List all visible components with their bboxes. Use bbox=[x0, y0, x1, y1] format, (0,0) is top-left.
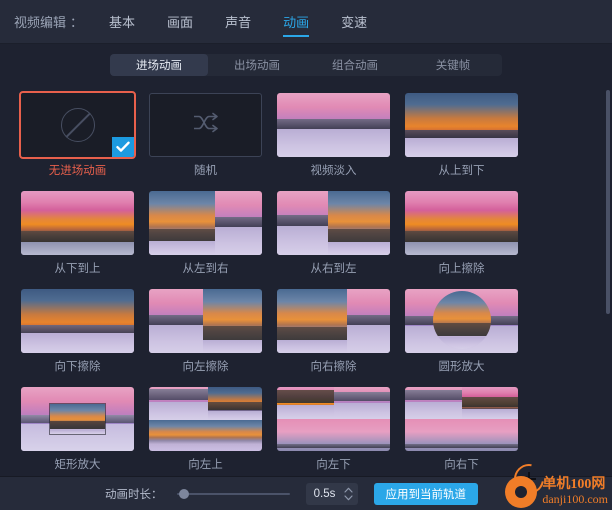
animation-card-label: 圆形放大 bbox=[438, 361, 485, 373]
animation-card-label: 向左下 bbox=[316, 459, 351, 471]
subtab-exit-animation[interactable]: 出场动画 bbox=[208, 54, 306, 76]
animation-card-top-to-bottom[interactable]: 从上到下 bbox=[405, 93, 518, 178]
animation-card-to-lower-right[interactable]: 向右下 bbox=[405, 387, 518, 472]
watermark-line1: 单机100网 bbox=[542, 477, 606, 493]
animation-card-to-lower-left[interactable]: 向左下 bbox=[277, 387, 390, 472]
animation-card-wipe-down[interactable]: 向下擦除 bbox=[21, 289, 134, 374]
animation-thumbnail bbox=[277, 289, 390, 353]
apply-to-current-track-button[interactable]: 应用到当前轨道 bbox=[373, 482, 478, 505]
animation-card-label: 从上到下 bbox=[438, 165, 485, 177]
animation-card-label: 从右到左 bbox=[310, 263, 357, 275]
no-animation-icon bbox=[60, 108, 95, 142]
slider-track bbox=[176, 492, 290, 495]
watermark: 单机100网 danji100.com bbox=[505, 476, 608, 508]
subtab-entrance-animation[interactable]: 进场动画 bbox=[110, 54, 208, 76]
subtab-combo-animation[interactable]: 组合动画 bbox=[306, 54, 404, 76]
duration-label: 动画时长： bbox=[105, 488, 163, 501]
animation-thumbnail bbox=[149, 93, 262, 157]
animation-card-left-to-right[interactable]: 从左到右 bbox=[149, 191, 262, 276]
animation-thumbnail bbox=[149, 387, 262, 451]
duration-slider[interactable] bbox=[176, 488, 290, 500]
animation-card-label: 无进场动画 bbox=[48, 165, 107, 177]
animation-card-label: 随机 bbox=[194, 165, 217, 177]
animation-card-label: 从下到上 bbox=[54, 263, 101, 275]
subtab-keyframe[interactable]: 关键帧 bbox=[404, 54, 502, 76]
duration-stepper[interactable]: 0.5s bbox=[305, 482, 358, 505]
animation-thumbnail bbox=[405, 93, 518, 157]
animation-thumbnail bbox=[405, 191, 518, 255]
animation-card-wipe-right[interactable]: 向右擦除 bbox=[277, 289, 390, 374]
tab-animation[interactable]: 动画 bbox=[267, 16, 325, 43]
chevron-down-icon bbox=[343, 494, 353, 500]
top-tab-bar: 视频编辑 ： 基本 画面 声音 动画 变速 bbox=[0, 0, 612, 44]
chevron-up-icon bbox=[343, 487, 353, 493]
animation-card-right-to-left[interactable]: 从右到左 bbox=[277, 191, 390, 276]
animation-card-wipe-up[interactable]: 向上擦除 bbox=[405, 191, 518, 276]
vertical-scrollbar[interactable] bbox=[606, 90, 610, 314]
animation-thumbnail bbox=[21, 289, 134, 353]
animation-card-rect-zoom[interactable]: 矩形放大 bbox=[21, 387, 134, 472]
animation-panel: 视频编辑 ： 基本 画面 声音 动画 变速 进场动画 出场动画 组合动画 关键帧 bbox=[0, 0, 612, 510]
animation-thumbnail bbox=[149, 289, 262, 353]
bottom-toolbar: 动画时长： 0.5s 应用到当前轨道 单机100网 danji100.com bbox=[0, 458, 612, 510]
animation-card-label: 视频淡入 bbox=[310, 165, 357, 177]
animation-thumbnail bbox=[405, 289, 518, 353]
animation-card-fade-in[interactable]: 视频淡入 bbox=[277, 93, 390, 178]
animation-thumbnail bbox=[277, 191, 390, 255]
animation-card-wipe-left[interactable]: 向左擦除 bbox=[149, 289, 262, 374]
animation-thumbnail bbox=[277, 387, 390, 451]
animation-card-bottom-to-top[interactable]: 从下到上 bbox=[21, 191, 134, 276]
panel-title: 视频编辑 bbox=[14, 15, 67, 30]
animation-card-label: 向上擦除 bbox=[438, 263, 485, 275]
watermark-line2: danji100.com bbox=[542, 492, 608, 507]
animation-thumbnail bbox=[277, 93, 390, 157]
animation-grid: 无进场动画 随机 视频淡入 从上到下 从下到上 从左到右 从右到左 向上擦除 向… bbox=[0, 86, 612, 476]
animation-card-label: 向右下 bbox=[444, 459, 479, 471]
animation-thumbnail bbox=[21, 387, 134, 451]
shuffle-icon bbox=[191, 111, 221, 140]
animation-card-circle-zoom[interactable]: 圆形放大 bbox=[405, 289, 518, 374]
tab-speed[interactable]: 变速 bbox=[325, 16, 383, 43]
animation-thumbnail bbox=[405, 387, 518, 451]
slider-thumb[interactable] bbox=[178, 488, 189, 499]
animation-thumbnail bbox=[21, 191, 134, 255]
tab-audio[interactable]: 声音 bbox=[209, 16, 267, 43]
animation-thumbnail bbox=[149, 191, 262, 255]
animation-grid-scroll-area[interactable]: 无进场动画 随机 视频淡入 从上到下 从下到上 从左到右 从右到左 向上擦除 向… bbox=[0, 86, 612, 476]
stepper-arrows[interactable] bbox=[343, 487, 353, 501]
animation-card-label: 矩形放大 bbox=[54, 459, 101, 471]
duration-value: 0.5s bbox=[313, 487, 336, 500]
animation-card-label: 向左擦除 bbox=[182, 361, 229, 373]
watermark-logo-icon bbox=[505, 476, 538, 508]
check-icon bbox=[112, 137, 134, 157]
tab-basic[interactable]: 基本 bbox=[93, 16, 151, 43]
title-separator: ： bbox=[70, 15, 84, 30]
animation-card-label: 从左到右 bbox=[182, 263, 229, 275]
animation-card-to-upper-left[interactable]: 向左上 bbox=[149, 387, 262, 472]
animation-card-none[interactable]: 无进场动画 bbox=[19, 91, 136, 178]
circle-mask bbox=[432, 290, 491, 349]
animation-card-random[interactable]: 随机 bbox=[149, 93, 262, 178]
subtab-bar: 进场动画 出场动画 组合动画 关键帧 bbox=[0, 44, 612, 86]
animation-card-label: 向右擦除 bbox=[310, 361, 357, 373]
tab-picture[interactable]: 画面 bbox=[151, 16, 209, 43]
animation-card-label: 向下擦除 bbox=[54, 361, 101, 373]
animation-card-label: 向左上 bbox=[188, 459, 223, 471]
animation-thumbnail bbox=[19, 91, 136, 159]
rect-mask bbox=[50, 403, 105, 435]
